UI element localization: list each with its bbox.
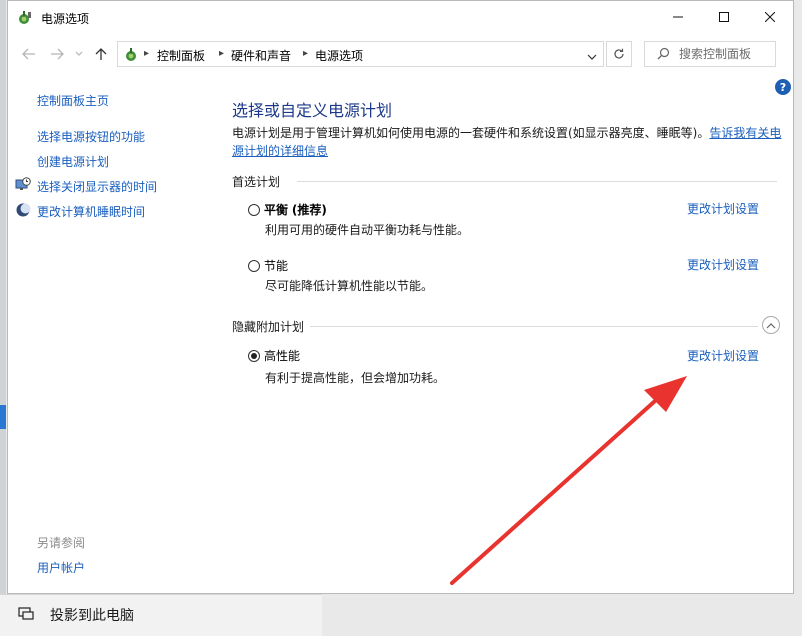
sidebar-item-display-off-time[interactable]: 选择关闭显示器的时间 bbox=[37, 178, 157, 195]
breadcrumb-separator-icon[interactable]: ▸ bbox=[144, 48, 149, 59]
background-accent-bar bbox=[0, 405, 6, 429]
sidebar-item-sleep-time[interactable]: 更改计算机睡眠时间 bbox=[37, 203, 145, 220]
minimize-button[interactable] bbox=[655, 1, 701, 33]
moon-icon bbox=[15, 202, 31, 218]
plan-name-high-performance[interactable]: 高性能 bbox=[264, 347, 300, 364]
sidebar-item-power-button-function[interactable]: 选择电源按钮的功能 bbox=[37, 128, 145, 145]
control-panel-icon bbox=[123, 46, 140, 63]
monitor-clock-icon bbox=[15, 177, 31, 193]
close-button[interactable] bbox=[747, 1, 793, 33]
plan-name-power-saver[interactable]: 节能 bbox=[264, 257, 288, 274]
recent-locations-chevron-icon[interactable] bbox=[70, 45, 88, 63]
plan-radio-balanced[interactable] bbox=[248, 204, 260, 216]
breadcrumb-hardware-sound[interactable]: 硬件和声音 bbox=[231, 47, 291, 64]
window-title: 电源选项 bbox=[41, 12, 90, 26]
power-options-window: 电源选项 ▸ 控制面板 ▸ 硬件和声音 ▸ 电源选项 搜索控制面板 ? 控制面板… bbox=[7, 0, 794, 594]
search-icon bbox=[657, 47, 670, 63]
breadcrumb-separator-icon[interactable]: ▸ bbox=[219, 48, 224, 59]
see-also-heading: 另请参阅 bbox=[37, 536, 86, 550]
collapse-hidden-plans-button[interactable] bbox=[762, 316, 780, 334]
sidebar-item-create-power-plan[interactable]: 创建电源计划 bbox=[37, 153, 109, 170]
project-to-pc-icon bbox=[18, 607, 34, 621]
plan-desc-power-saver: 尽可能降低计算机性能以节能。 bbox=[265, 279, 434, 293]
up-arrow-icon[interactable] bbox=[92, 45, 110, 63]
plan-desc-high-performance: 有利于提高性能，但会增加功耗。 bbox=[265, 371, 446, 385]
sidebar-item-control-panel-home[interactable]: 控制面板主页 bbox=[37, 92, 109, 109]
change-plan-settings-link-balanced[interactable]: 更改计划设置 bbox=[687, 200, 759, 217]
plan-desc-balanced: 利用可用的硬件自动平衡功耗与性能。 bbox=[265, 223, 470, 237]
address-bar[interactable]: ▸ 控制面板 ▸ 硬件和声音 ▸ 电源选项 bbox=[117, 41, 604, 67]
address-dropdown-chevron-icon[interactable] bbox=[587, 50, 597, 64]
change-plan-settings-link-power-saver[interactable]: 更改计划设置 bbox=[687, 256, 759, 273]
search-box[interactable] bbox=[644, 41, 776, 67]
plan-radio-power-saver[interactable] bbox=[248, 260, 260, 272]
background-window-edge bbox=[0, 0, 6, 635]
forward-arrow-icon[interactable] bbox=[48, 45, 66, 63]
breadcrumb-separator-icon[interactable]: ▸ bbox=[303, 48, 308, 59]
maximize-button[interactable] bbox=[701, 1, 747, 33]
plan-name-balanced[interactable]: 平衡 (推荐) bbox=[264, 201, 327, 218]
search-input[interactable] bbox=[679, 45, 771, 63]
divider bbox=[297, 181, 777, 182]
power-options-icon bbox=[17, 10, 33, 26]
project-to-pc-label: 投影到此电脑 bbox=[50, 608, 134, 624]
hidden-plans-heading[interactable]: 隐藏附加计划 bbox=[232, 318, 304, 335]
change-plan-settings-link-high-performance[interactable]: 更改计划设置 bbox=[687, 347, 759, 364]
preferred-plans-heading: 首选计划 bbox=[232, 175, 281, 189]
breadcrumb-power-options[interactable]: 电源选项 bbox=[315, 47, 363, 64]
plan-radio-high-performance[interactable] bbox=[248, 350, 260, 362]
refresh-icon bbox=[614, 48, 624, 59]
navigation-bar: ▸ 控制面板 ▸ 硬件和声音 ▸ 电源选项 bbox=[8, 37, 793, 71]
page-title: 选择或自定义电源计划 bbox=[232, 101, 393, 120]
back-arrow-icon[interactable] bbox=[20, 45, 38, 63]
page-description: 电源计划是用于管理计算机如何使用电源的一套硬件和系统设置(如显示器亮度、睡眠等)… bbox=[232, 124, 784, 160]
description-text: 电源计划是用于管理计算机如何使用电源的一套硬件和系统设置(如显示器亮度、睡眠等)… bbox=[232, 126, 710, 140]
divider bbox=[310, 326, 758, 327]
chevron-up-icon bbox=[766, 322, 776, 328]
sidebar-item-user-accounts[interactable]: 用户帐户 bbox=[37, 559, 85, 576]
breadcrumb-control-panel[interactable]: 控制面板 bbox=[157, 47, 205, 64]
help-button[interactable]: ? bbox=[775, 79, 791, 95]
refresh-button[interactable] bbox=[606, 41, 632, 67]
background-settings-item[interactable]: 投影到此电脑 bbox=[0, 594, 322, 636]
title-bar: 电源选项 bbox=[8, 1, 793, 35]
